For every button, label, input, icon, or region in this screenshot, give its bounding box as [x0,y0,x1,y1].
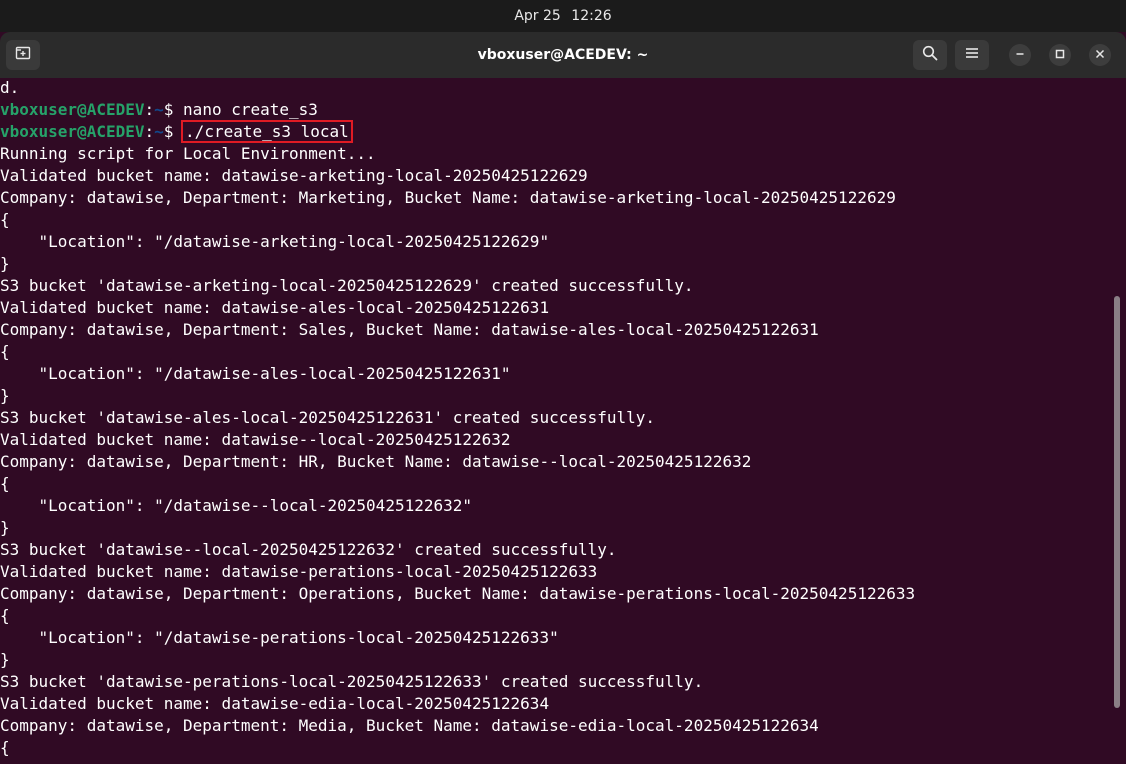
minimize-icon [1015,46,1025,64]
maximize-icon [1055,46,1065,64]
clock[interactable]: Apr 25 12:26 [511,8,614,24]
output-line: Validated bucket name: datawise-peration… [0,562,598,581]
clock-date: Apr 25 [514,8,561,24]
output-line: S3 bucket 'datawise--local-2025042512263… [0,540,617,559]
prompt-user: vboxuser@ACEDEV [0,100,145,119]
output-line: Company: datawise, Department: Media, Bu… [0,716,819,735]
prompt-colon: : [144,100,155,119]
prompt-line: vboxuser@ACEDEV:~$ ./create_s3 local [0,120,1112,143]
close-button[interactable] [1089,44,1111,66]
prompt-dollar: $ [163,122,184,141]
output-line: { [0,474,10,493]
close-icon [1095,46,1105,64]
output-line: "Location": "/datawise-ales-local-202504… [0,364,511,383]
search-button[interactable] [913,40,947,70]
output-line: Validated bucket name: datawise-arketing… [0,166,588,185]
clock-time: 12:26 [571,8,612,24]
terminal-scrollbar[interactable] [1114,296,1120,708]
highlighted-command: ./create_s3 local [181,120,353,143]
output-line: Validated bucket name: datawise--local-2… [0,430,511,449]
output-line: Company: datawise, Department: Sales, Bu… [0,320,819,339]
prompt-dollar: $ [163,100,184,119]
title-bar[interactable]: vboxuser@ACEDEV: ~ [0,32,1126,78]
output-line: } [0,254,10,273]
output-line: { [0,210,10,229]
prompt-path: ~ [154,122,164,141]
menu-button[interactable] [955,40,989,70]
output-line: { [0,606,10,625]
terminal-output[interactable]: d. vboxuser@ACEDEV:~$ nano create_s3 vbo… [0,78,1112,764]
new-tab-button[interactable] [6,40,40,70]
new-tab-icon [15,45,31,66]
output-line: Company: datawise, Department: HR, Bucke… [0,452,752,471]
prompt-colon: : [144,122,155,141]
minimize-button[interactable] [1009,44,1031,66]
output-line: S3 bucket 'datawise-perations-local-2025… [0,672,704,691]
output-line: "Location": "/datawise--local-2025042512… [0,496,473,515]
output-line: } [0,650,10,669]
output-line: Running script for Local Environment... [0,144,376,163]
output-line: Validated bucket name: datawise-ales-loc… [0,298,550,317]
output-line: } [0,518,10,537]
output-line: { [0,342,10,361]
search-icon [922,45,938,66]
output-line: S3 bucket 'datawise-ales-local-202504251… [0,408,656,427]
prompt-user: vboxuser@ACEDEV [0,122,145,141]
prompt-line: vboxuser@ACEDEV:~$ nano create_s3 [0,99,1112,121]
system-top-bar: Apr 25 12:26 [0,0,1126,32]
output-line: { [0,738,10,757]
output-line: Company: datawise, Department: Marketing… [0,188,896,207]
prompt-command: nano create_s3 [183,100,318,119]
output-line: "Location": "/datawise-perations-local-2… [0,628,559,647]
output-line: "Location": "/datawise-arketing-local-20… [0,232,550,251]
output-line: } [0,386,10,405]
output-line: S3 bucket 'datawise-arketing-local-20250… [0,276,694,295]
output-line: Company: datawise, Department: Operation… [0,584,916,603]
terminal-line: d. [0,78,20,97]
terminal-window: vboxuser@ACEDEV: ~ d. vboxuser@ACEDEV:~$… [0,32,1126,764]
hamburger-menu-icon [965,46,979,65]
maximize-button[interactable] [1049,44,1071,66]
prompt-path: ~ [154,100,164,119]
output-line: Validated bucket name: datawise-edia-loc… [0,694,550,713]
